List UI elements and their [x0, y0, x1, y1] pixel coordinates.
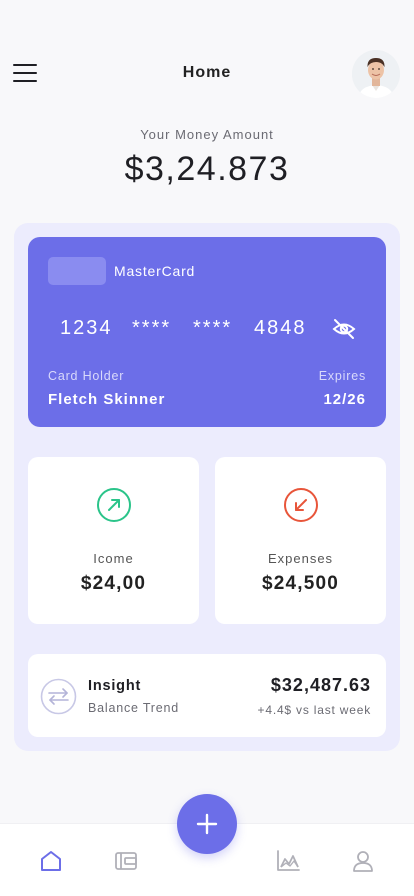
card-expires-label: Expires [318, 369, 366, 383]
card-holder-label: Card Holder [48, 369, 125, 383]
expenses-value: $24,500 [261, 573, 340, 594]
card-number-group: **** [193, 317, 233, 339]
insight-subtitle: Balance Trend [88, 701, 180, 715]
wallet-icon [115, 852, 137, 870]
hide-number-button[interactable] [332, 317, 356, 341]
expenses-card[interactable]: Expenses $24,500 [215, 457, 386, 624]
card-brand: MasterCard [114, 263, 196, 279]
income-value: $24,00 [80, 573, 147, 594]
profile-icon [353, 851, 373, 872]
home-icon [41, 851, 61, 871]
nav-home[interactable] [38, 848, 64, 874]
nav-wallet[interactable] [113, 848, 139, 874]
insight-card[interactable]: Insight Balance Trend $32,487.63 +4.4$ v… [28, 654, 386, 737]
card-number-group: 1234 [60, 317, 113, 339]
balance-label: Your Money Amount [140, 127, 274, 142]
insight-change: +4.4$ vs last week [257, 703, 371, 717]
plus-icon [196, 813, 218, 835]
insight-title: Insight [88, 678, 142, 694]
card-number-group: **** [132, 317, 172, 339]
credit-card[interactable]: MasterCard 1234 **** **** 4848 Card Hold… [28, 237, 386, 427]
home-screen: Home Your Money Amount $3,24.873 MasterC… [0, 0, 414, 896]
insight-value: $32,487.63 [270, 675, 371, 695]
add-button[interactable] [177, 794, 237, 854]
arrow-down-left-icon [284, 488, 318, 522]
balance-value: $3,24.873 [124, 150, 290, 188]
expenses-label: Expenses [267, 551, 334, 566]
card-number-group: 4848 [254, 317, 307, 339]
card-holder-name: Fletch Skinner [48, 391, 166, 408]
eye-off-icon [332, 319, 356, 339]
avatar[interactable] [352, 50, 400, 98]
avatar-photo [352, 50, 400, 98]
nav-statistics[interactable] [275, 848, 301, 874]
card-chip [48, 257, 106, 285]
income-label: Icome [93, 551, 134, 566]
card-expires-value: 12/26 [323, 391, 366, 408]
income-card[interactable]: Icome $24,00 [28, 457, 199, 624]
transfer-arrows-icon [40, 678, 77, 715]
nav-profile[interactable] [350, 848, 376, 874]
chart-icon [277, 850, 300, 871]
arrow-up-right-icon [97, 488, 131, 522]
